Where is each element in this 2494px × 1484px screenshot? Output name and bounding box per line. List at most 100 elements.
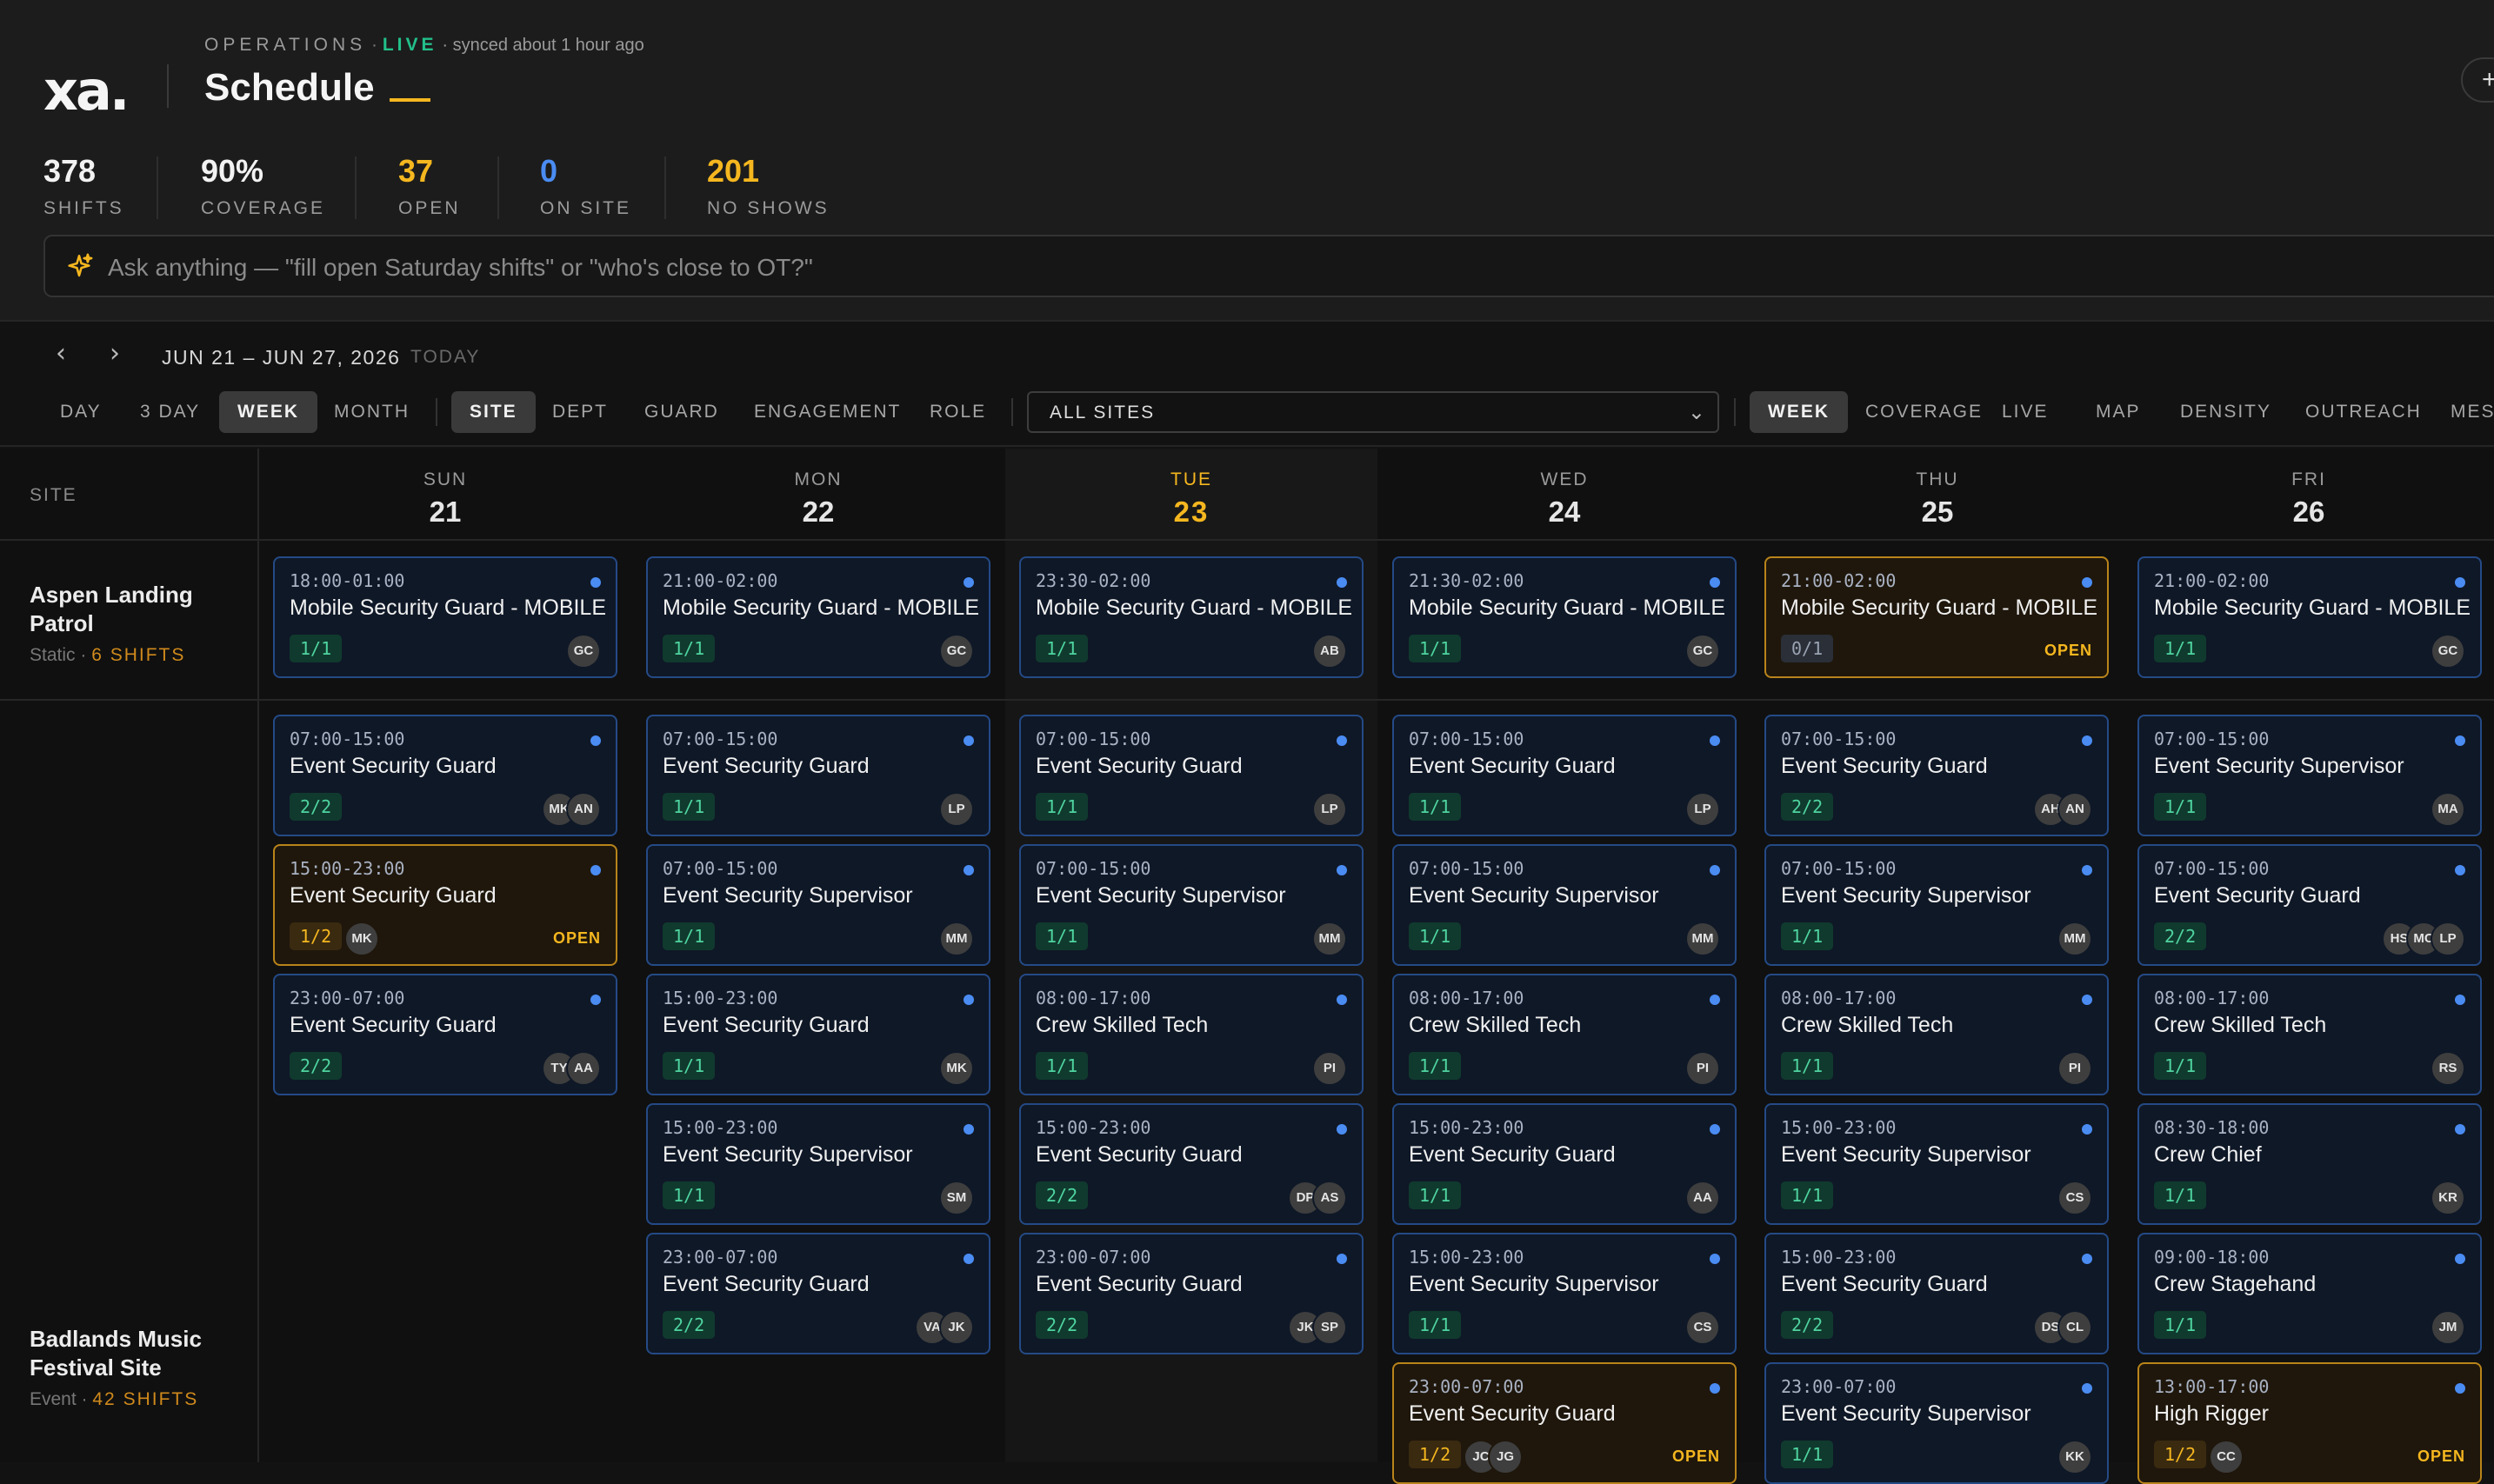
avatar[interactable]: LP <box>1312 792 1347 827</box>
avatar[interactable]: CS <box>1685 1310 1720 1345</box>
avatar[interactable]: LP <box>1685 792 1720 827</box>
today-button[interactable]: TODAY <box>410 347 480 368</box>
shift-card[interactable]: 18:00-01:00 Mobile Security Guard - MOBIL… <box>273 556 617 678</box>
shift-card[interactable]: 21:30-02:00 Mobile Security Guard - MOBIL… <box>1392 556 1737 678</box>
shift-card[interactable]: 15:00-23:00 Event Security Guard 1/1 AA <box>1392 1103 1737 1225</box>
avatar[interactable]: RS <box>2431 1051 2465 1086</box>
shift-card[interactable]: 08:00-17:00 Crew Skilled Tech 1/1 RS <box>2137 974 2482 1095</box>
site-row-badlands[interactable]: Badlands Music Festival Site Event · 42 … <box>0 701 259 1462</box>
avatar[interactable]: MM <box>939 922 974 956</box>
shift-card[interactable]: 08:00-17:00 Crew Skilled Tech 1/1 PI <box>1764 974 2109 1095</box>
shift-card[interactable]: 09:00-18:00 Crew Stagehand 1/1 JM <box>2137 1233 2482 1354</box>
shift-card[interactable]: 07:00-15:00 Event Security Guard 1/1 LP <box>1392 715 1737 836</box>
avatar[interactable]: AN <box>2057 792 2092 827</box>
shift-card[interactable]: 08:30-18:00 Crew Chief 1/1 KR <box>2137 1103 2482 1225</box>
tab-guard[interactable]: GUARD <box>626 391 737 433</box>
mode-density[interactable]: DENSITY <box>2162 391 2290 433</box>
avatar[interactable]: AB <box>1312 634 1347 669</box>
status-dot-icon <box>1710 577 1720 588</box>
shift-card[interactable]: 08:00-17:00 Crew Skilled Tech 1/1 PI <box>1392 974 1737 1095</box>
avatar[interactable]: CC <box>2209 1440 2244 1474</box>
tab-role[interactable]: ROLE <box>911 391 1004 433</box>
shift-card[interactable]: 15:00-23:00 Event Security Supervisor 1/1 S… <box>646 1103 990 1225</box>
avatar[interactable]: MK <box>344 922 379 956</box>
tab-engagement[interactable]: ENGAGEMENT <box>736 391 919 433</box>
avatar[interactable]: KR <box>2431 1181 2465 1215</box>
shift-card[interactable]: 13:00-17:00 High Rigger 1/2 CC OPEN <box>2137 1362 2482 1484</box>
shift-card[interactable]: 23:00-07:00 Event Security Guard 2/2 AA TY <box>273 974 617 1095</box>
site-filter-select[interactable]: ALL SITES ⌄ <box>1027 391 1719 433</box>
avatar[interactable]: LP <box>939 792 974 827</box>
shift-card[interactable]: 15:00-23:00 Event Security Guard 2/2 AS DP <box>1019 1103 1364 1225</box>
avatar[interactable]: AN <box>566 792 601 827</box>
avatar[interactable]: MA <box>2431 792 2465 827</box>
shift-card[interactable]: 07:00-15:00 Event Security Supervisor 1/1 M… <box>1019 844 1364 966</box>
tab-day[interactable]: DAY <box>42 391 120 433</box>
ask-input[interactable]: Ask anything — "fill open Saturday shift… <box>43 235 2494 297</box>
avatar[interactable]: GC <box>939 634 974 669</box>
avatar[interactable]: PI <box>1685 1051 1720 1086</box>
mode-messages[interactable]: MES <box>2432 391 2494 433</box>
avatar[interactable]: MM <box>2057 922 2092 956</box>
shift-card[interactable]: 07:00-15:00 Event Security Guard 1/1 LP <box>646 715 990 836</box>
shift-card[interactable]: 15:00-23:00 Event Security Guard 1/2 MK OPEN <box>273 844 617 966</box>
avatar[interactable]: JG <box>1488 1440 1523 1474</box>
mode-map[interactable]: MAP <box>2077 391 2159 433</box>
shift-card[interactable]: 15:00-23:00 Event Security Supervisor 1/1 C… <box>1764 1103 2109 1225</box>
shift-card[interactable]: 07:00-15:00 Event Security Guard 2/2 AN MK <box>273 715 617 836</box>
shift-card[interactable]: 07:00-15:00 Event Security Guard 2/2 AN AH <box>1764 715 2109 836</box>
avatar[interactable]: AA <box>566 1051 601 1086</box>
avatar[interactable]: MK <box>939 1051 974 1086</box>
shift-card[interactable]: 23:00-07:00 Event Security Guard 1/2 JC JG OP… <box>1392 1362 1737 1484</box>
avatar[interactable]: MM <box>1312 922 1347 956</box>
avatar[interactable]: SP <box>1312 1310 1347 1345</box>
shift-card[interactable]: 21:00-02:00 Mobile Security Guard - MOBIL… <box>1764 556 2109 678</box>
shift-card[interactable]: 21:00-02:00 Mobile Security Guard - MOBIL… <box>2137 556 2482 678</box>
add-button[interactable]: + <box>2461 57 2494 103</box>
shift-card[interactable]: 15:00-23:00 Event Security Guard 2/2 CL DS <box>1764 1233 2109 1354</box>
avatar[interactable]: PI <box>2057 1051 2092 1086</box>
shift-card[interactable]: 23:00-07:00 Event Security Guard 2/2 SP JK <box>1019 1233 1364 1354</box>
mode-week[interactable]: WEEK <box>1750 391 1848 433</box>
shift-card[interactable]: 07:00-15:00 Event Security Guard 2/2 LP MC HS <box>2137 844 2482 966</box>
chevron-left-icon[interactable]: ‹ <box>56 341 66 367</box>
tab-month[interactable]: MONTH <box>316 391 428 433</box>
avatar[interactable]: KK <box>2057 1440 2092 1474</box>
mode-outreach[interactable]: OUTREACH <box>2287 391 2440 433</box>
status-dot-icon <box>964 865 974 875</box>
avatar[interactable]: LP <box>2431 922 2465 956</box>
shift-card[interactable]: 23:00-07:00 Event Security Supervisor 1/1 K… <box>1764 1362 2109 1484</box>
mode-live[interactable]: LIVE <box>1984 391 2067 433</box>
tab-3-day[interactable]: 3 DAY <box>122 391 218 433</box>
tab-dept[interactable]: DEPT <box>534 391 626 433</box>
avatar[interactable]: AS <box>1312 1181 1347 1215</box>
avatar[interactable]: JM <box>2431 1310 2465 1345</box>
avatar[interactable]: MM <box>1685 922 1720 956</box>
tab-site[interactable]: SITE <box>451 391 536 433</box>
shift-card[interactable]: 23:30-02:00 Mobile Security Guard - MOBIL… <box>1019 556 1364 678</box>
avatar[interactable]: PI <box>1312 1051 1347 1086</box>
avatar[interactable]: GC <box>1685 634 1720 669</box>
shift-card[interactable]: 07:00-15:00 Event Security Supervisor 1/1 M… <box>2137 715 2482 836</box>
shift-card[interactable]: 23:00-07:00 Event Security Guard 2/2 JK VA <box>646 1233 990 1354</box>
avatar[interactable]: CL <box>2057 1310 2092 1345</box>
shift-card[interactable]: 07:00-15:00 Event Security Supervisor 1/1 M… <box>646 844 990 966</box>
status-dot-icon <box>964 577 974 588</box>
avatar[interactable]: GC <box>566 634 601 669</box>
shift-card[interactable]: 07:00-15:00 Event Security Supervisor 1/1 M… <box>1764 844 2109 966</box>
chevron-right-icon[interactable]: › <box>110 341 120 367</box>
avatar[interactable]: GC <box>2431 634 2465 669</box>
avatar[interactable]: SM <box>939 1181 974 1215</box>
tab-week[interactable]: WEEK <box>219 391 317 433</box>
shift-card[interactable]: 15:00-23:00 Event Security Supervisor 1/1 C… <box>1392 1233 1737 1354</box>
shift-card[interactable]: 08:00-17:00 Crew Skilled Tech 1/1 PI <box>1019 974 1364 1095</box>
avatar[interactable]: CS <box>2057 1181 2092 1215</box>
avatar[interactable]: AA <box>1685 1181 1720 1215</box>
shift-card[interactable]: 07:00-15:00 Event Security Supervisor 1/1 M… <box>1392 844 1737 966</box>
site-row-aspen[interactable]: Aspen Landing Patrol Static · 6 SHIFTS <box>0 541 259 701</box>
shift-card[interactable]: 15:00-23:00 Event Security Guard 1/1 MK <box>646 974 990 1095</box>
shift-card[interactable]: 07:00-15:00 Event Security Guard 1/1 LP <box>1019 715 1364 836</box>
shift-card[interactable]: 21:00-02:00 Mobile Security Guard - MOBIL… <box>646 556 990 678</box>
mode-coverage[interactable]: COVERAGE <box>1847 391 2001 433</box>
avatar[interactable]: JK <box>939 1310 974 1345</box>
